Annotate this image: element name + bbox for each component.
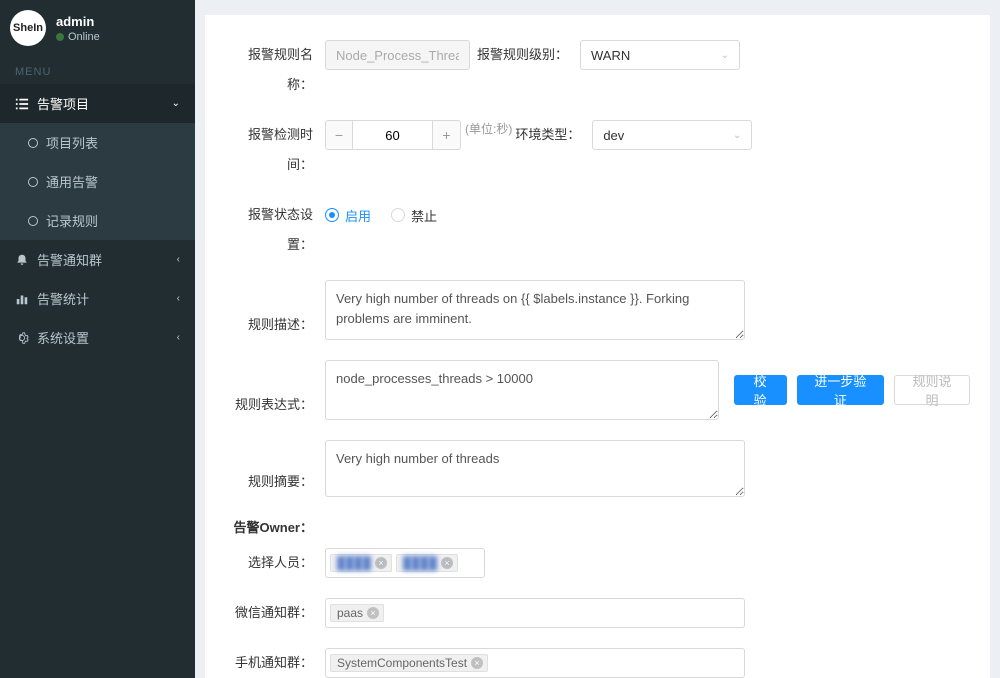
close-icon[interactable]: × <box>441 557 453 569</box>
row-wechat: 微信通知群： paas× <box>225 598 970 628</box>
sidebar-item-general-alert[interactable]: 通用告警 <box>0 162 195 201</box>
sidebar-item-system-settings[interactable]: 系统设置 ‹ <box>0 318 195 357</box>
chevron-left-icon: ‹ <box>177 254 180 265</box>
label-select-person: 选择人员： <box>225 548 325 578</box>
radio-icon <box>391 208 405 222</box>
chevron-down-icon: ⌄ <box>172 98 180 109</box>
row-summary: 规则摘要： <box>225 440 970 497</box>
increment-button[interactable]: + <box>433 120 461 150</box>
label-detect-time: 报警检测时间： <box>225 120 325 180</box>
rule-help-button[interactable]: 规则说明 <box>894 375 970 405</box>
sidebar-item-alert-group[interactable]: 告警通知群 ‹ <box>0 240 195 279</box>
textarea-summary[interactable] <box>325 440 745 497</box>
radio-disable[interactable]: 禁止 <box>391 206 437 225</box>
chevron-down-icon: ⌄ <box>721 50 729 61</box>
sidebar-item-project-list[interactable]: 项目列表 <box>0 123 195 162</box>
phone-tag[interactable]: SystemComponentsTest× <box>330 654 488 672</box>
textarea-desc[interactable] <box>325 280 745 340</box>
sidebar-label: 通用告警 <box>46 172 98 191</box>
status-text: Online <box>68 31 100 43</box>
sidebar-item-alert-project[interactable]: 告警项目 ⌄ <box>0 84 195 123</box>
label-expr: 规则表达式： <box>225 390 325 420</box>
close-icon[interactable]: × <box>375 557 387 569</box>
label-env-type: 环境类型： <box>512 120 592 150</box>
circle-icon <box>28 138 38 148</box>
menu-header: MENU <box>0 56 195 84</box>
user-info: admin Online <box>56 14 100 43</box>
close-icon[interactable]: × <box>367 607 379 619</box>
sidebar-label: 项目列表 <box>46 133 98 152</box>
textarea-expr[interactable] <box>325 360 719 420</box>
form-card: 报警规则名称： 报警规则级别： WARN ⌄ 报警检测时间： − + (单位:秒… <box>205 15 990 678</box>
label-summary: 规则摘要： <box>225 467 325 497</box>
number-detect-time: − + <box>325 120 461 150</box>
submenu-alert-project: 项目列表 通用告警 记录规则 <box>0 123 195 240</box>
avatar: SheIn <box>10 10 46 46</box>
sidebar-label: 告警统计 <box>37 289 89 308</box>
label-status: 报警状态设置： <box>225 200 325 260</box>
select-value: dev <box>603 128 624 143</box>
radio-enable[interactable]: 启用 <box>325 206 371 225</box>
further-verify-button[interactable]: 进一步验证 <box>797 375 884 405</box>
verify-button[interactable]: 校验 <box>734 375 787 405</box>
decrement-button[interactable]: − <box>325 120 353 150</box>
select-rule-level[interactable]: WARN ⌄ <box>580 40 740 70</box>
label-rule-level: 报警规则级别： <box>470 40 580 70</box>
tag-input-person[interactable]: ████× ████× <box>325 548 485 578</box>
radio-group-status: 启用 禁止 <box>325 200 437 230</box>
select-value: WARN <box>591 48 630 63</box>
gear-icon <box>15 331 29 345</box>
user-panel: SheIn admin Online <box>0 0 195 56</box>
row-select-person: 选择人员： ████× ████× <box>225 548 970 578</box>
row-status: 报警状态设置： 启用 禁止 <box>225 200 970 260</box>
tag-input-wechat[interactable]: paas× <box>325 598 745 628</box>
sidebar-label: 记录规则 <box>46 211 98 230</box>
chevron-left-icon: ‹ <box>177 332 180 343</box>
sidebar-label: 系统设置 <box>37 328 89 347</box>
wechat-tag[interactable]: paas× <box>330 604 384 622</box>
label-wechat: 微信通知群： <box>225 598 325 628</box>
sidebar-label: 告警通知群 <box>37 250 102 269</box>
tag-input-phone[interactable]: SystemComponentsTest× <box>325 648 745 678</box>
sidebar-item-alert-stats[interactable]: 告警统计 ‹ <box>0 279 195 318</box>
chevron-left-icon: ‹ <box>177 293 180 304</box>
expr-button-row: 校验 进一步验证 规则说明 <box>734 375 970 405</box>
chart-icon <box>15 292 29 306</box>
circle-icon <box>28 177 38 187</box>
main-content: 报警规则名称： 报警规则级别： WARN ⌄ 报警检测时间： − + (单位:秒… <box>195 0 1000 678</box>
row-expr: 规则表达式： 校验 进一步验证 规则说明 <box>225 360 970 420</box>
status-dot-icon <box>56 33 64 41</box>
radio-icon <box>325 208 339 222</box>
input-detect-time[interactable] <box>353 120 433 150</box>
input-rule-name[interactable] <box>325 40 470 70</box>
person-tag[interactable]: ████× <box>330 554 392 572</box>
label-phone: 手机通知群： <box>225 648 325 678</box>
close-icon[interactable]: × <box>471 657 483 669</box>
label-desc: 规则描述： <box>225 310 325 340</box>
sidebar-label: 告警项目 <box>37 94 89 113</box>
radio-label: 禁止 <box>411 206 437 225</box>
select-env-type[interactable]: dev ⌄ <box>592 120 752 150</box>
label-rule-name: 报警规则名称： <box>225 40 325 100</box>
person-tag[interactable]: ████× <box>396 554 458 572</box>
label-owner: 告警Owner： <box>225 517 325 536</box>
detect-time-unit: (单位:秒) <box>465 120 512 137</box>
bell-icon <box>15 253 29 267</box>
sidebar: SheIn admin Online MENU 告警项目 ⌄ <box>0 0 195 678</box>
row-rule-name-level: 报警规则名称： 报警规则级别： WARN ⌄ <box>225 40 970 100</box>
user-name: admin <box>56 14 100 29</box>
radio-label: 启用 <box>345 206 371 225</box>
sidebar-menu: 告警项目 ⌄ 项目列表 通用告警 记录规则 告警通知群 ‹ <box>0 84 195 357</box>
row-phone: 手机通知群： SystemComponentsTest× <box>225 648 970 678</box>
sidebar-item-record-rule[interactable]: 记录规则 <box>0 201 195 240</box>
row-desc: 规则描述： <box>225 280 970 340</box>
user-status: Online <box>56 31 100 43</box>
row-detect-env: 报警检测时间： − + (单位:秒) 环境类型： dev ⌄ <box>225 120 970 180</box>
list-icon <box>15 97 29 111</box>
circle-icon <box>28 216 38 226</box>
chevron-down-icon: ⌄ <box>733 130 741 141</box>
row-owner-header: 告警Owner： <box>225 517 970 536</box>
